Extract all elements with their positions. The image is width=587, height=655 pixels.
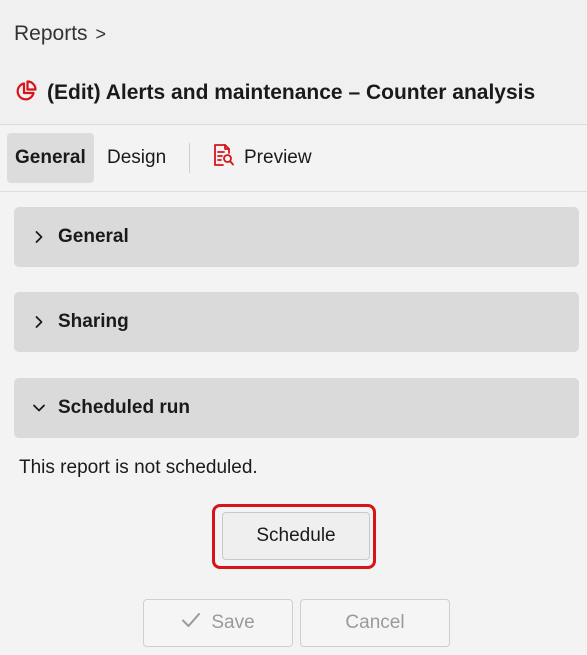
page-title: (Edit) Alerts and maintenance – Counter … (47, 81, 536, 104)
tab-preview-label: Preview (244, 147, 312, 168)
save-button-label: Save (211, 612, 255, 633)
chevron-down-icon (32, 401, 46, 415)
chevron-right-icon (32, 315, 46, 329)
section-general-header[interactable]: General (14, 207, 579, 267)
tab-general[interactable]: General (7, 133, 94, 183)
report-preview-icon (210, 142, 236, 174)
not-scheduled-message: This report is not scheduled. (19, 457, 258, 478)
tab-design-label: Design (107, 147, 167, 168)
chevron-right-icon (32, 230, 46, 244)
breadcrumb-separator: > (95, 23, 107, 44)
tab-divider (189, 143, 190, 173)
section-scheduled-run-label: Scheduled run (58, 397, 190, 418)
section-sharing-header[interactable]: Sharing (14, 292, 579, 352)
tab-design[interactable]: Design (99, 133, 174, 183)
section-sharing-label: Sharing (58, 311, 129, 332)
cancel-button[interactable]: Cancel (300, 599, 450, 647)
tab-bar: General Design Preview (0, 125, 587, 192)
schedule-button[interactable]: Schedule (222, 512, 370, 560)
section-scheduled-run-header[interactable]: Scheduled run (14, 378, 579, 438)
tab-preview[interactable]: Preview (202, 133, 320, 183)
pie-chart-icon (14, 79, 38, 108)
cancel-button-label: Cancel (345, 612, 405, 633)
title-row: (Edit) Alerts and maintenance – Counter … (14, 78, 535, 108)
page-header: Reports > (Edit) Alerts and maintenance … (0, 0, 587, 125)
breadcrumb-reports-link[interactable]: Reports (14, 22, 88, 46)
section-general-label: General (58, 226, 129, 247)
tab-general-label: General (15, 147, 86, 168)
checkmark-icon (181, 612, 201, 634)
save-button[interactable]: Save (143, 599, 293, 647)
breadcrumb: Reports > (14, 20, 106, 48)
